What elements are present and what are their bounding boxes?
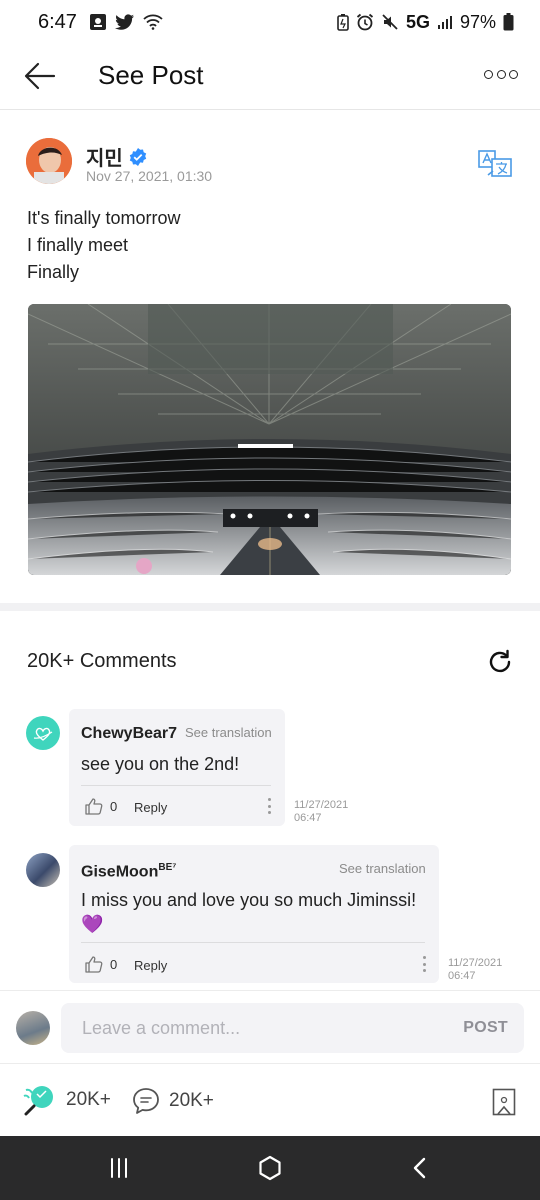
more-dot [496, 69, 506, 79]
see-translation-link[interactable]: See translation [339, 861, 426, 876]
comment-author[interactable]: ChewyBear7 [81, 725, 177, 743]
home-button[interactable] [256, 1154, 284, 1182]
lightstick-cheer-icon [23, 1086, 53, 1116]
gallery-notification-icon [89, 13, 107, 31]
app-header: See Post [0, 44, 540, 110]
my-avatar [16, 1011, 50, 1045]
comment-bubble: ChewyBear7 See translation see you on th… [69, 709, 285, 826]
twitter-icon [114, 13, 135, 31]
comment-bubble: GiseMoonBE⁷ See translation I miss you a… [69, 845, 439, 983]
see-translation-link[interactable]: See translation [185, 725, 272, 740]
comment-timestamp: 11/27/2021 06:47 [294, 799, 349, 824]
reply-button[interactable]: Reply [134, 958, 167, 973]
translate-button[interactable] [478, 150, 512, 178]
bookmark-button[interactable] [492, 1088, 516, 1116]
bookmark-icon [492, 1088, 516, 1116]
comment-input-bar: POST [0, 990, 540, 1064]
like-button[interactable]: 0 [85, 798, 117, 815]
post-image-arena[interactable] [28, 304, 511, 575]
verified-badge-icon [129, 147, 147, 166]
author-name-row: 지민 [86, 142, 147, 171]
comment-author[interactable]: GiseMoonBE⁷ [81, 862, 176, 881]
refresh-button[interactable] [486, 648, 514, 676]
back-button[interactable] [22, 58, 58, 94]
post-line: It's finally tomorrow [27, 208, 181, 228]
comment-bubble-icon [133, 1088, 159, 1114]
comment-timestamp: 11/27/2021 06:47 [448, 957, 503, 982]
translate-icon [478, 150, 512, 177]
status-bar: 6:47 5G 97% [0, 0, 540, 44]
comments-button[interactable]: 20K+ [131, 1086, 214, 1116]
cheer-count: 20K+ [66, 1089, 111, 1110]
comments-count-short: 20K+ [169, 1090, 214, 1111]
alarm-icon [356, 13, 374, 31]
recent-apps-button[interactable] [105, 1154, 133, 1182]
wifi-icon [143, 14, 163, 30]
comment-input[interactable] [61, 1003, 524, 1053]
page-title: See Post [98, 60, 204, 90]
more-options-button[interactable] [484, 64, 518, 84]
back-nav-button[interactable] [406, 1154, 434, 1182]
post-line: Finally [27, 262, 80, 282]
purple-heart-emoji: 💜 [81, 914, 104, 934]
thumbs-up-icon [85, 956, 103, 973]
refresh-icon [489, 649, 511, 673]
comment-divider [81, 942, 425, 943]
comment-divider [81, 785, 271, 786]
network-type: 5G [405, 11, 430, 32]
post-action-bar: 20K+ 20K+ [0, 1064, 540, 1136]
chevron-left-icon [413, 1157, 426, 1179]
cheer-button[interactable]: 20K+ [22, 1084, 111, 1116]
signal-icon [437, 14, 453, 30]
system-nav-bar [0, 1136, 540, 1200]
post-comment-button[interactable]: POST [463, 1019, 508, 1037]
status-time: 6:47 [38, 10, 77, 33]
comment-more-button[interactable] [267, 798, 271, 814]
battery-level: 97% [459, 11, 496, 32]
home-hexagon-icon [259, 1155, 281, 1181]
comments-count: 20K+ Comments [27, 650, 177, 672]
reply-button[interactable]: Reply [134, 800, 167, 815]
thumbs-up-icon [85, 798, 103, 815]
commenter-avatar[interactable] [26, 716, 60, 750]
post-line: I finally meet [27, 235, 129, 255]
battery-icon [503, 13, 514, 31]
mute-icon [381, 13, 399, 31]
comment-text: I miss you and love you so much Jiminssi… [81, 890, 417, 934]
author-avatar[interactable] [26, 138, 72, 184]
post-body: It's finally tomorrow I finally meet Fin… [27, 205, 180, 286]
post-date: Nov 27, 2021, 01:30 [86, 168, 213, 184]
more-dot [484, 69, 493, 79]
like-button[interactable]: 0 [85, 956, 117, 973]
arrow-left-icon [24, 62, 56, 90]
battery-saver-icon [337, 13, 349, 31]
like-count: 0 [110, 799, 118, 814]
more-dot [509, 69, 518, 79]
author-name[interactable]: 지민 [86, 142, 123, 171]
recent-apps-icon [111, 1158, 127, 1178]
section-divider [0, 603, 540, 611]
like-count: 0 [110, 957, 118, 972]
commenter-avatar[interactable] [26, 853, 60, 887]
comment-more-button[interactable] [422, 956, 426, 972]
comment-text: see you on the 2nd! [81, 754, 240, 774]
author-badge: BE⁷ [158, 862, 177, 873]
